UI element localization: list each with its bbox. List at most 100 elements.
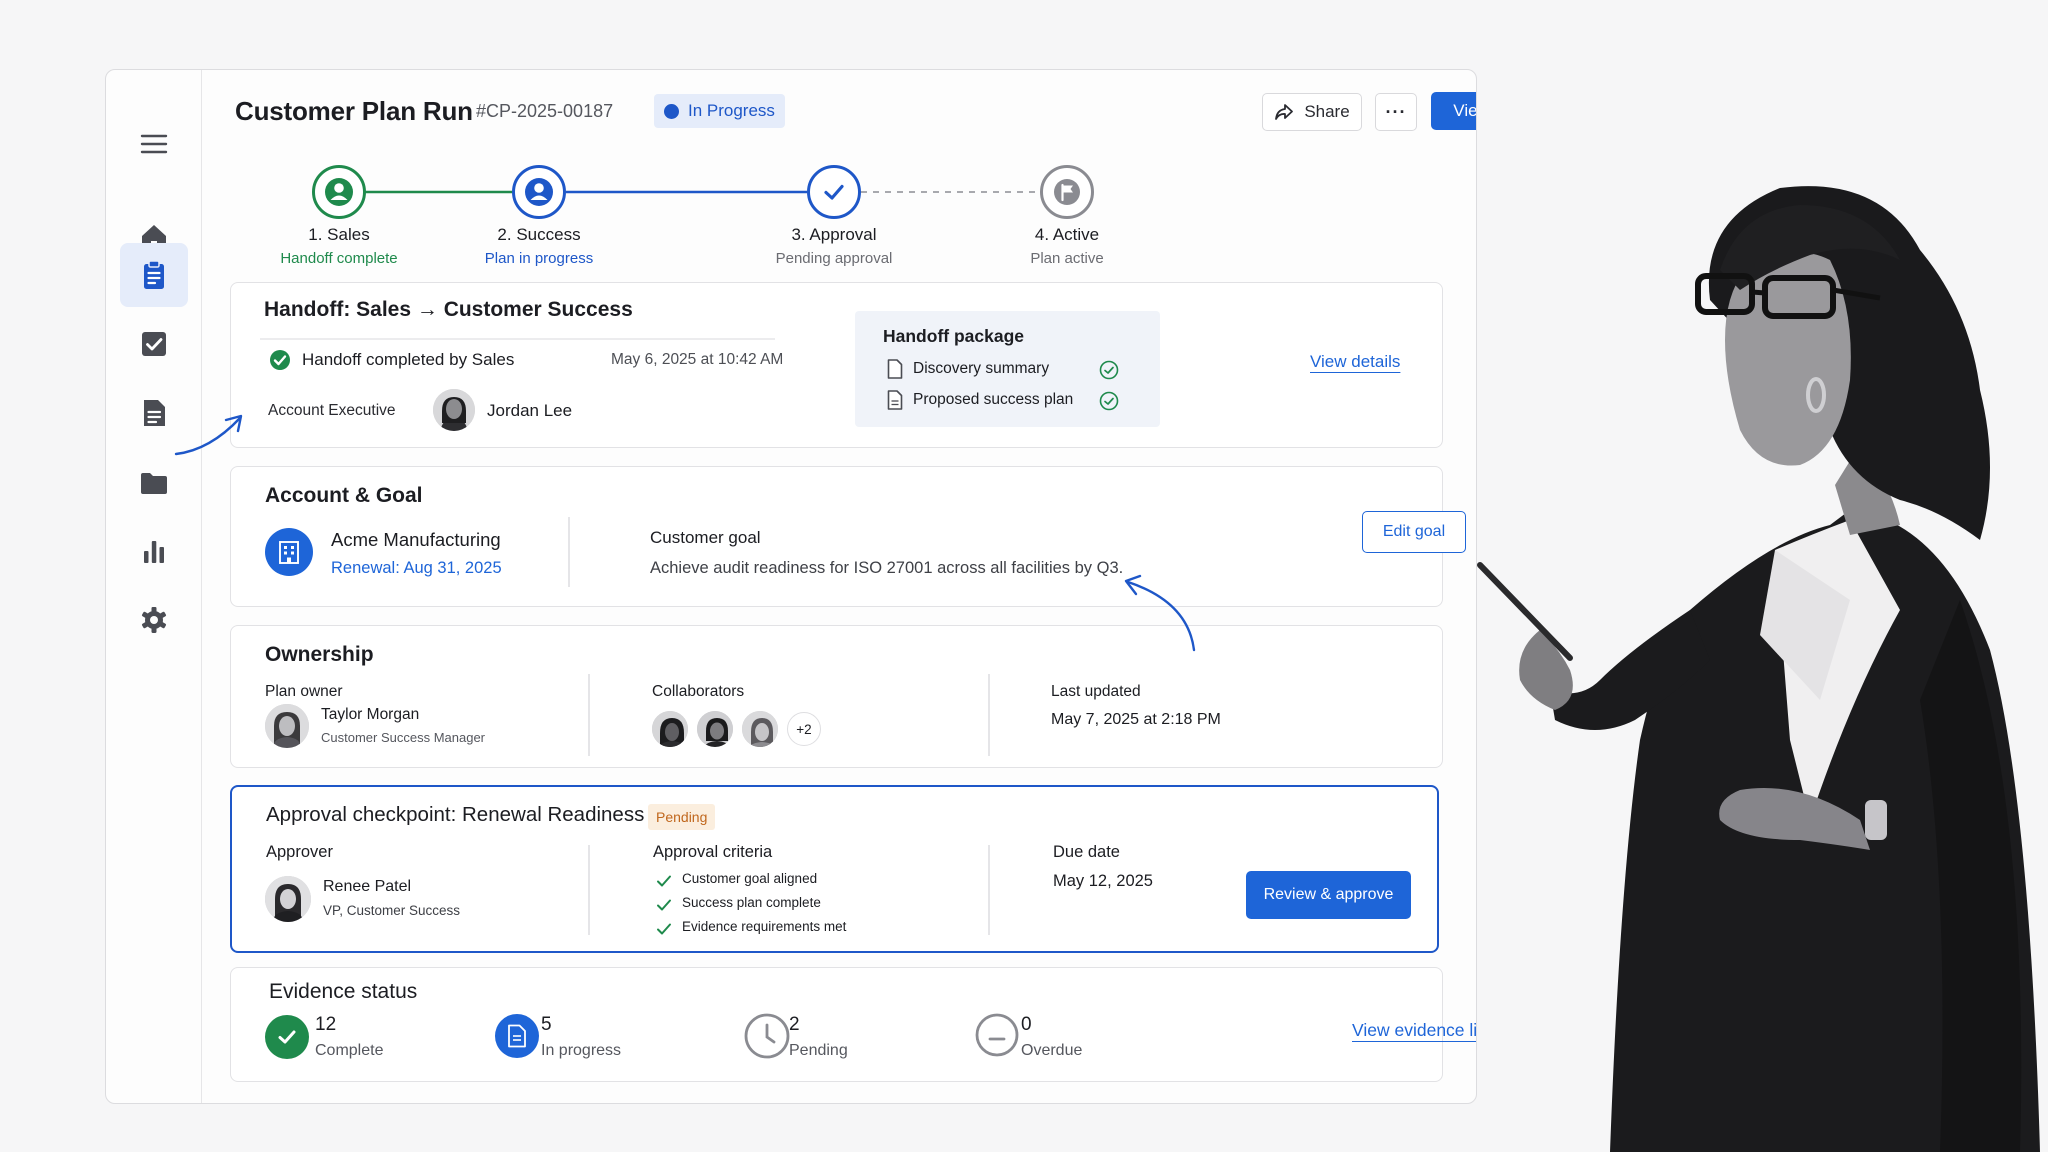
step-success-status: Plan in progress [484, 250, 594, 267]
package-title: Handoff package [883, 326, 1024, 346]
in-progress-count: 5 [541, 1014, 552, 1035]
step-sales-circle[interactable] [312, 165, 366, 219]
progress-stepper: 1. Sales Handoff complete 2. Success Pla… [202, 160, 1302, 280]
person-name: Jordan Lee [487, 401, 573, 420]
step-sales-status: Handoff complete [280, 250, 398, 267]
criteria-item: Success plan complete [682, 895, 821, 910]
pending-count: 2 [789, 1014, 800, 1035]
step-active-status: Plan active [1030, 250, 1104, 267]
complete-count: 12 [315, 1014, 337, 1035]
check-icon [657, 899, 671, 911]
renewal-date[interactable]: Renewal: Aug 31, 2025 [331, 559, 502, 578]
gear-icon[interactable] [120, 588, 188, 652]
due-date-value: May 12, 2025 [1053, 872, 1153, 890]
user-icon [325, 178, 353, 206]
stepper-connectors [339, 190, 1040, 194]
annotation-arrow-icon [1124, 574, 1196, 652]
divider [568, 517, 570, 587]
more-collaborators-badge[interactable]: +2 [787, 712, 821, 746]
in-progress-label: In progress [541, 1042, 622, 1059]
criteria-item: Customer goal aligned [682, 871, 818, 886]
divider [988, 845, 990, 935]
annotation-arrow-icon [174, 414, 243, 456]
folder-icon[interactable] [120, 451, 188, 515]
page-title: Customer Plan Run [235, 96, 473, 126]
handoff-package-panel: Handoff package Discovery summary Propos… [855, 311, 1160, 427]
complete-check-icon [265, 1015, 309, 1059]
share-button[interactable]: Share [1262, 93, 1362, 131]
status-label: In Progress [688, 101, 775, 120]
overdue-icon [975, 1013, 1019, 1057]
approver-role: VP, Customer Success [323, 903, 461, 918]
last-updated-value: May 7, 2025 at 2:18 PM [1051, 711, 1221, 728]
step-approval-circle[interactable] [807, 165, 861, 219]
building-icon [265, 528, 313, 576]
due-date-label: Due date [1053, 843, 1120, 861]
avatar [265, 704, 309, 748]
in-progress-document-icon [495, 1014, 539, 1058]
avatar [695, 709, 735, 749]
overdue-count: 0 [1021, 1014, 1032, 1035]
ownership-card: Ownership Plan owner Taylor Morgan Custo… [230, 625, 1443, 768]
owner-role: Customer Success Manager [321, 730, 486, 745]
step-success-circle[interactable] [512, 165, 566, 219]
handoff-completed-date: May 6, 2025 at 10:42 AM [611, 351, 784, 368]
step-success-label: 2. Success [497, 225, 581, 244]
complete-label: Complete [315, 1042, 384, 1059]
flag-icon [1054, 179, 1080, 205]
app-window: Customer Plan Run #CP-2025-00187 In Prog… [105, 69, 1477, 1104]
role-label: Account Executive [268, 402, 396, 419]
plan-id: #CP-2025-00187 [476, 101, 614, 121]
check-circle-icon [270, 350, 290, 370]
step-approval-status: Pending approval [775, 250, 893, 267]
handoff-title: Handoff: Sales → Customer Success [264, 298, 633, 321]
package-item[interactable]: Proposed success plan [913, 391, 1073, 409]
status-badge: In Progress [654, 94, 785, 128]
goal-label: Customer goal [650, 528, 761, 547]
share-label: Share [1304, 102, 1350, 121]
avatar [265, 876, 311, 922]
owner-label: Plan owner [265, 683, 343, 700]
account-goal-card: Account & Goal Acme Manufacturing Renewa… [230, 466, 1466, 607]
collaborators-label: Collaborators [652, 683, 745, 700]
divider [588, 845, 590, 935]
check-circle-outline-icon [1099, 391, 1119, 411]
checkbox-icon[interactable] [120, 312, 188, 376]
menu-icon[interactable] [120, 112, 188, 176]
step-active-circle[interactable] [1040, 165, 1094, 219]
clock-icon [744, 1013, 790, 1059]
divider [260, 338, 775, 340]
handoff-completed-text: Handoff completed by Sales [302, 350, 515, 369]
handoff-card: Handoff: Sales → Customer Success Handof… [230, 282, 1443, 448]
presenter-photo [1477, 186, 2040, 1152]
step-approval-label: 3. Approval [791, 225, 877, 244]
status-dot-icon [664, 103, 679, 119]
approval-title: Approval checkpoint: Renewal Readiness [266, 803, 645, 826]
clipboard-icon[interactable] [120, 243, 188, 307]
more-options-button[interactable]: ··· [1375, 93, 1417, 131]
avatar [740, 709, 780, 749]
package-item[interactable]: Discovery summary [913, 360, 1049, 378]
evidence-title: Evidence status [269, 980, 418, 1003]
avatar [650, 709, 690, 749]
sidebar [106, 70, 202, 1103]
divider [988, 674, 990, 756]
pending-badge: Pending [648, 804, 716, 830]
more-icon: ··· [1385, 101, 1407, 122]
pending-label: Pending [789, 1042, 848, 1059]
checkmark-icon [824, 184, 844, 200]
evidence-status-card: Evidence status 12 Complete 5 In progres… [230, 967, 1476, 1082]
main-content: Customer Plan Run #CP-2025-00187 In Prog… [202, 70, 1476, 1103]
overdue-label: Overdue [1021, 1042, 1083, 1059]
owner-name: Taylor Morgan [321, 706, 420, 723]
criteria-label: Approval criteria [653, 843, 773, 861]
avatar [433, 389, 475, 431]
bar-chart-icon[interactable] [120, 519, 188, 583]
check-icon [657, 875, 671, 887]
step-active-label: 4. Active [1034, 225, 1100, 244]
ownership-title: Ownership [265, 643, 374, 666]
last-updated-label: Last updated [1051, 683, 1141, 700]
file-icon [887, 359, 903, 379]
divider [588, 674, 590, 756]
view-plan-button[interactable]: View plan [1431, 92, 1476, 130]
